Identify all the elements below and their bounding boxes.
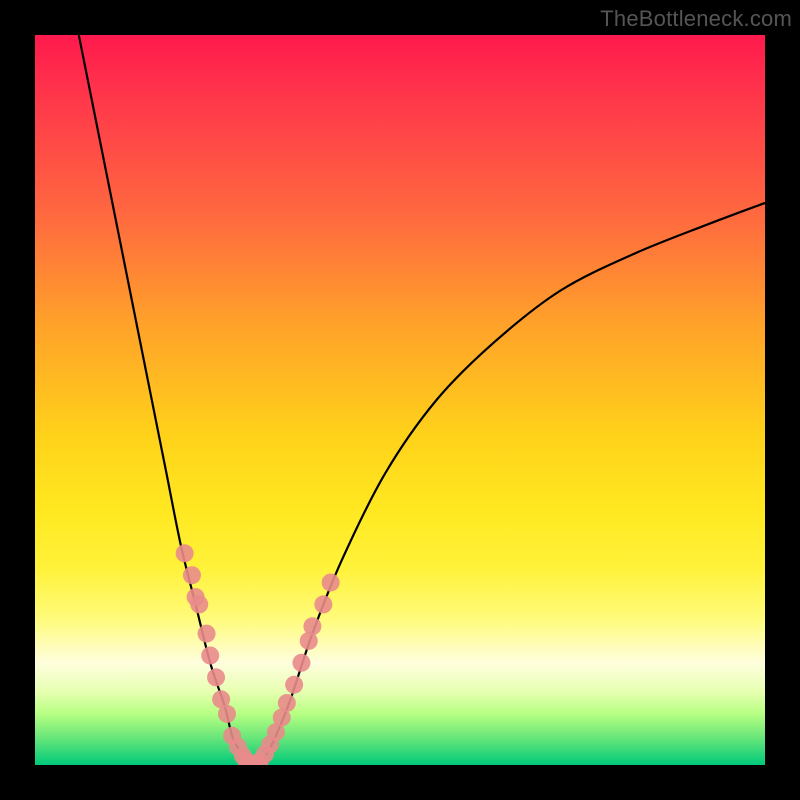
watermark-text: TheBottleneck.com	[600, 6, 792, 32]
data-point	[201, 647, 219, 665]
data-point	[218, 705, 236, 723]
chart-frame: TheBottleneck.com	[0, 0, 800, 800]
chart-svg	[35, 35, 765, 765]
data-point	[292, 654, 310, 672]
data-point	[207, 668, 225, 686]
data-point	[303, 617, 321, 635]
data-point	[285, 676, 303, 694]
data-point	[176, 544, 194, 562]
data-point	[198, 625, 216, 643]
data-point	[322, 574, 340, 592]
data-point	[278, 694, 296, 712]
data-point	[183, 566, 201, 584]
plot-area	[35, 35, 765, 765]
bottleneck-curve	[79, 35, 765, 765]
data-point	[187, 588, 205, 606]
data-point	[314, 595, 332, 613]
data-points	[176, 544, 340, 765]
